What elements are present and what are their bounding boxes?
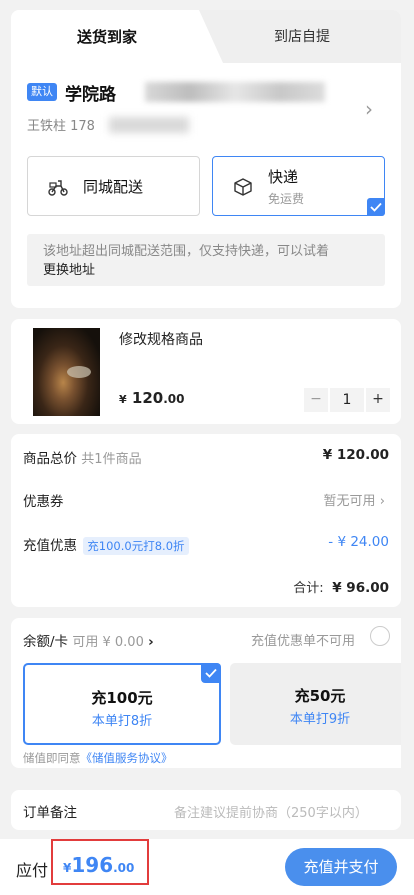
recharge-and-pay-button[interactable]: 充值并支付 bbox=[285, 848, 397, 886]
coupon-label: 优惠券 bbox=[23, 494, 64, 510]
address-contact: 王铁柱 178 bbox=[27, 119, 95, 134]
recharge-option-50[interactable]: 充50元 本单打9折 bbox=[230, 663, 401, 745]
recharge-option-title: 充100元 bbox=[91, 689, 153, 707]
chevron-right-icon: › bbox=[379, 494, 385, 509]
delivery-card: 到店自提 送货到家 默认 学院路 王铁柱 178 › 同城配送 快递 免运费 该… bbox=[11, 10, 401, 308]
total-label: 合计: bbox=[293, 581, 324, 596]
notice-text: 该地址超出同城配送范围，仅支持快递，可以试着 bbox=[43, 244, 330, 259]
local-delivery-option[interactable]: 同城配送 bbox=[27, 156, 200, 216]
recharge-option-sub: 本单打8折 bbox=[91, 714, 153, 729]
express-option[interactable]: 快递 免运费 bbox=[212, 156, 385, 216]
quantity-stepper: − 1 + bbox=[304, 388, 390, 412]
item-count: 共1件商品 bbox=[81, 452, 142, 467]
amount-due-highlight: ¥196.00 bbox=[51, 839, 149, 885]
delivery-range-notice: 该地址超出同城配送范围，仅支持快递，可以试着 更换地址 bbox=[27, 234, 385, 286]
scooter-icon bbox=[48, 180, 68, 196]
product-card: 修改规格商品 ¥ 120.00 − 1 + bbox=[11, 319, 401, 424]
bottom-bar: 应付 ¥196.00 充值并支付 bbox=[0, 839, 414, 895]
tab-delivery-label: 送货到家 bbox=[77, 28, 138, 46]
increase-button[interactable]: + bbox=[366, 388, 390, 412]
coupon-value: 暂无可用 bbox=[323, 494, 376, 509]
amount-due-label: 应付 bbox=[16, 861, 49, 880]
tab-pickup-label: 到店自提 bbox=[274, 29, 330, 45]
express-subtitle: 免运费 bbox=[268, 192, 305, 206]
tab-delivery[interactable]: 送货到家 bbox=[11, 10, 223, 63]
product-name: 修改规格商品 bbox=[119, 332, 203, 348]
balance-toggle-label: 充值优惠单不可用 bbox=[251, 634, 356, 649]
selected-check-icon bbox=[201, 663, 221, 683]
amount-due-value: ¥196.00 bbox=[63, 853, 135, 877]
subtotal-value: ¥ 120.00 bbox=[322, 447, 389, 463]
address-street: 学院路 bbox=[65, 85, 116, 105]
recharge-option-100[interactable]: 充100元 本单打8折 bbox=[23, 663, 221, 745]
balance-label: 余额/卡 bbox=[23, 634, 69, 650]
default-badge: 默认 bbox=[27, 83, 57, 101]
phone-redacted bbox=[109, 117, 189, 133]
coupon-row[interactable]: 优惠券 暂无可用 › bbox=[23, 490, 389, 510]
address-selector[interactable]: 默认 学院路 王铁柱 178 › bbox=[27, 82, 377, 143]
change-address-link[interactable]: 更换地址 bbox=[43, 263, 95, 278]
recharge-option-sub: 本单打9折 bbox=[289, 712, 351, 727]
selected-check-icon bbox=[367, 198, 385, 216]
package-icon bbox=[234, 178, 252, 196]
agreement-link[interactable]: 《储值服务协议》 bbox=[81, 751, 173, 765]
subtotal-row: 商品总价 共1件商品 ¥ 120.00 bbox=[23, 447, 389, 467]
recharge-discount-value: - ¥ 24.00 bbox=[328, 534, 389, 550]
balance-available[interactable]: 可用 ¥ 0.00 bbox=[72, 635, 143, 650]
recharge-option-title: 充50元 bbox=[294, 687, 346, 705]
total-value: ¥ 96.00 bbox=[332, 580, 389, 596]
quantity-value[interactable]: 1 bbox=[330, 388, 364, 412]
subtotal-label: 商品总价 bbox=[23, 451, 77, 467]
recharge-discount-tag: 充100.0元打8.0折 bbox=[83, 537, 189, 555]
address-redacted bbox=[145, 82, 325, 102]
delivery-tabs: 到店自提 送货到家 bbox=[11, 10, 401, 63]
chevron-right-icon: › bbox=[148, 634, 154, 650]
local-delivery-title: 同城配送 bbox=[83, 178, 144, 196]
product-price: ¥ 120.00 bbox=[119, 389, 185, 407]
order-remark[interactable]: 订单备注 备注建议提前协商（250字以内） bbox=[11, 790, 401, 830]
balance-toggle[interactable] bbox=[370, 626, 390, 646]
recharge-discount-label: 充值优惠 bbox=[23, 538, 77, 554]
chevron-right-icon: › bbox=[365, 97, 373, 121]
agreement-text: 储值即同意《储值服务协议》 bbox=[23, 751, 173, 765]
price-summary: 商品总价 共1件商品 ¥ 120.00 优惠券 暂无可用 › 充值优惠 充100… bbox=[11, 434, 401, 607]
remark-input[interactable]: 备注建议提前协商（250字以内） bbox=[174, 802, 368, 821]
balance-row: 余额/卡 可用 ¥ 0.00 › 充值优惠单不可用 bbox=[23, 630, 389, 650]
product-thumbnail[interactable] bbox=[33, 328, 100, 416]
recharge-discount-row: 充值优惠 充100.0元打8.0折 - ¥ 24.00 bbox=[23, 534, 389, 555]
decrease-button[interactable]: − bbox=[304, 388, 328, 412]
balance-recharge-card: 余额/卡 可用 ¥ 0.00 › 充值优惠单不可用 充100元 本单打8折 充5… bbox=[11, 618, 401, 768]
express-title: 快递 bbox=[268, 168, 299, 186]
